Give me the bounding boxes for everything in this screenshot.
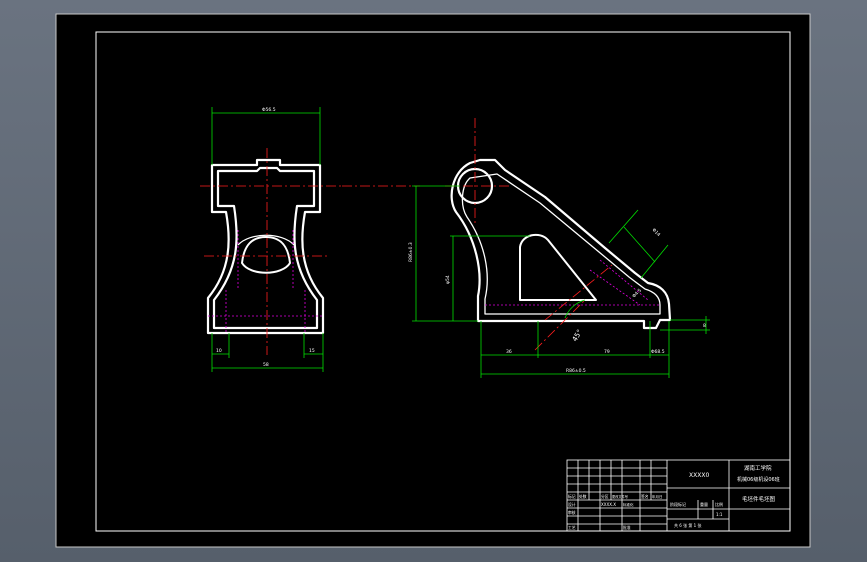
dim-right-vertical: 8 bbox=[703, 323, 706, 329]
cad-drawing[interactable]: Φ56.5 10 15 58 R86±0.3 φ54 36 79 Φ68.5 R… bbox=[0, 0, 867, 562]
cad-viewport: Φ56.5 10 15 58 R86±0.3 φ54 36 79 Φ68.5 R… bbox=[0, 0, 867, 562]
title-std-label: 标准化 bbox=[623, 502, 634, 507]
drawing-sheet bbox=[55, 13, 811, 548]
title-row-label-2: 分区 bbox=[601, 494, 609, 499]
title-row-label-4: 签名 bbox=[641, 494, 649, 499]
title-review-label: 审核 bbox=[568, 510, 576, 515]
dim-top-width: Φ56.5 bbox=[262, 107, 276, 113]
title-drawing-number: XXXX0 bbox=[689, 472, 709, 479]
title-scale-value: 1:1 bbox=[716, 512, 723, 517]
title-process-label: 工艺 bbox=[568, 525, 576, 530]
title-row-label-3: 更改文件号 bbox=[612, 494, 628, 499]
title-school-line2: 机械06级机设06班 bbox=[737, 476, 780, 483]
title-design-value: XXXX.X bbox=[601, 502, 616, 507]
dim-base-left: 10 bbox=[216, 348, 222, 354]
dim-base-right: 15 bbox=[309, 348, 315, 354]
title-weight-label: 重量 bbox=[700, 501, 708, 507]
title-row-label-5: 年月日 bbox=[652, 494, 663, 499]
title-school-line1: 湖南工学院 bbox=[744, 464, 772, 472]
dim-bottom-right: Φ68.5 bbox=[651, 349, 665, 355]
title-row-label-1: 处数 bbox=[579, 494, 587, 499]
title-sheet-label: 共 6 张 第 1 张 bbox=[674, 522, 701, 528]
title-row-label-0: 标记 bbox=[568, 494, 576, 499]
dim-bottom-mid: 79 bbox=[604, 349, 610, 355]
title-scale-label: 比例 bbox=[715, 501, 723, 507]
title-drawing-title: 毛坯件毛坯图 bbox=[742, 495, 776, 503]
dim-height-total: R86±0.3 bbox=[408, 242, 414, 262]
title-approve-label: 批准 bbox=[623, 525, 631, 530]
dim-bottom-left: 36 bbox=[506, 349, 512, 355]
title-stage-label: 阶段标记 bbox=[670, 501, 686, 507]
dim-bottom-total: R86±0.5 bbox=[566, 368, 586, 374]
title-design-label: 设计 bbox=[568, 502, 576, 507]
dim-height-inner: φ54 bbox=[445, 275, 451, 284]
dim-base-total: 58 bbox=[263, 362, 269, 368]
